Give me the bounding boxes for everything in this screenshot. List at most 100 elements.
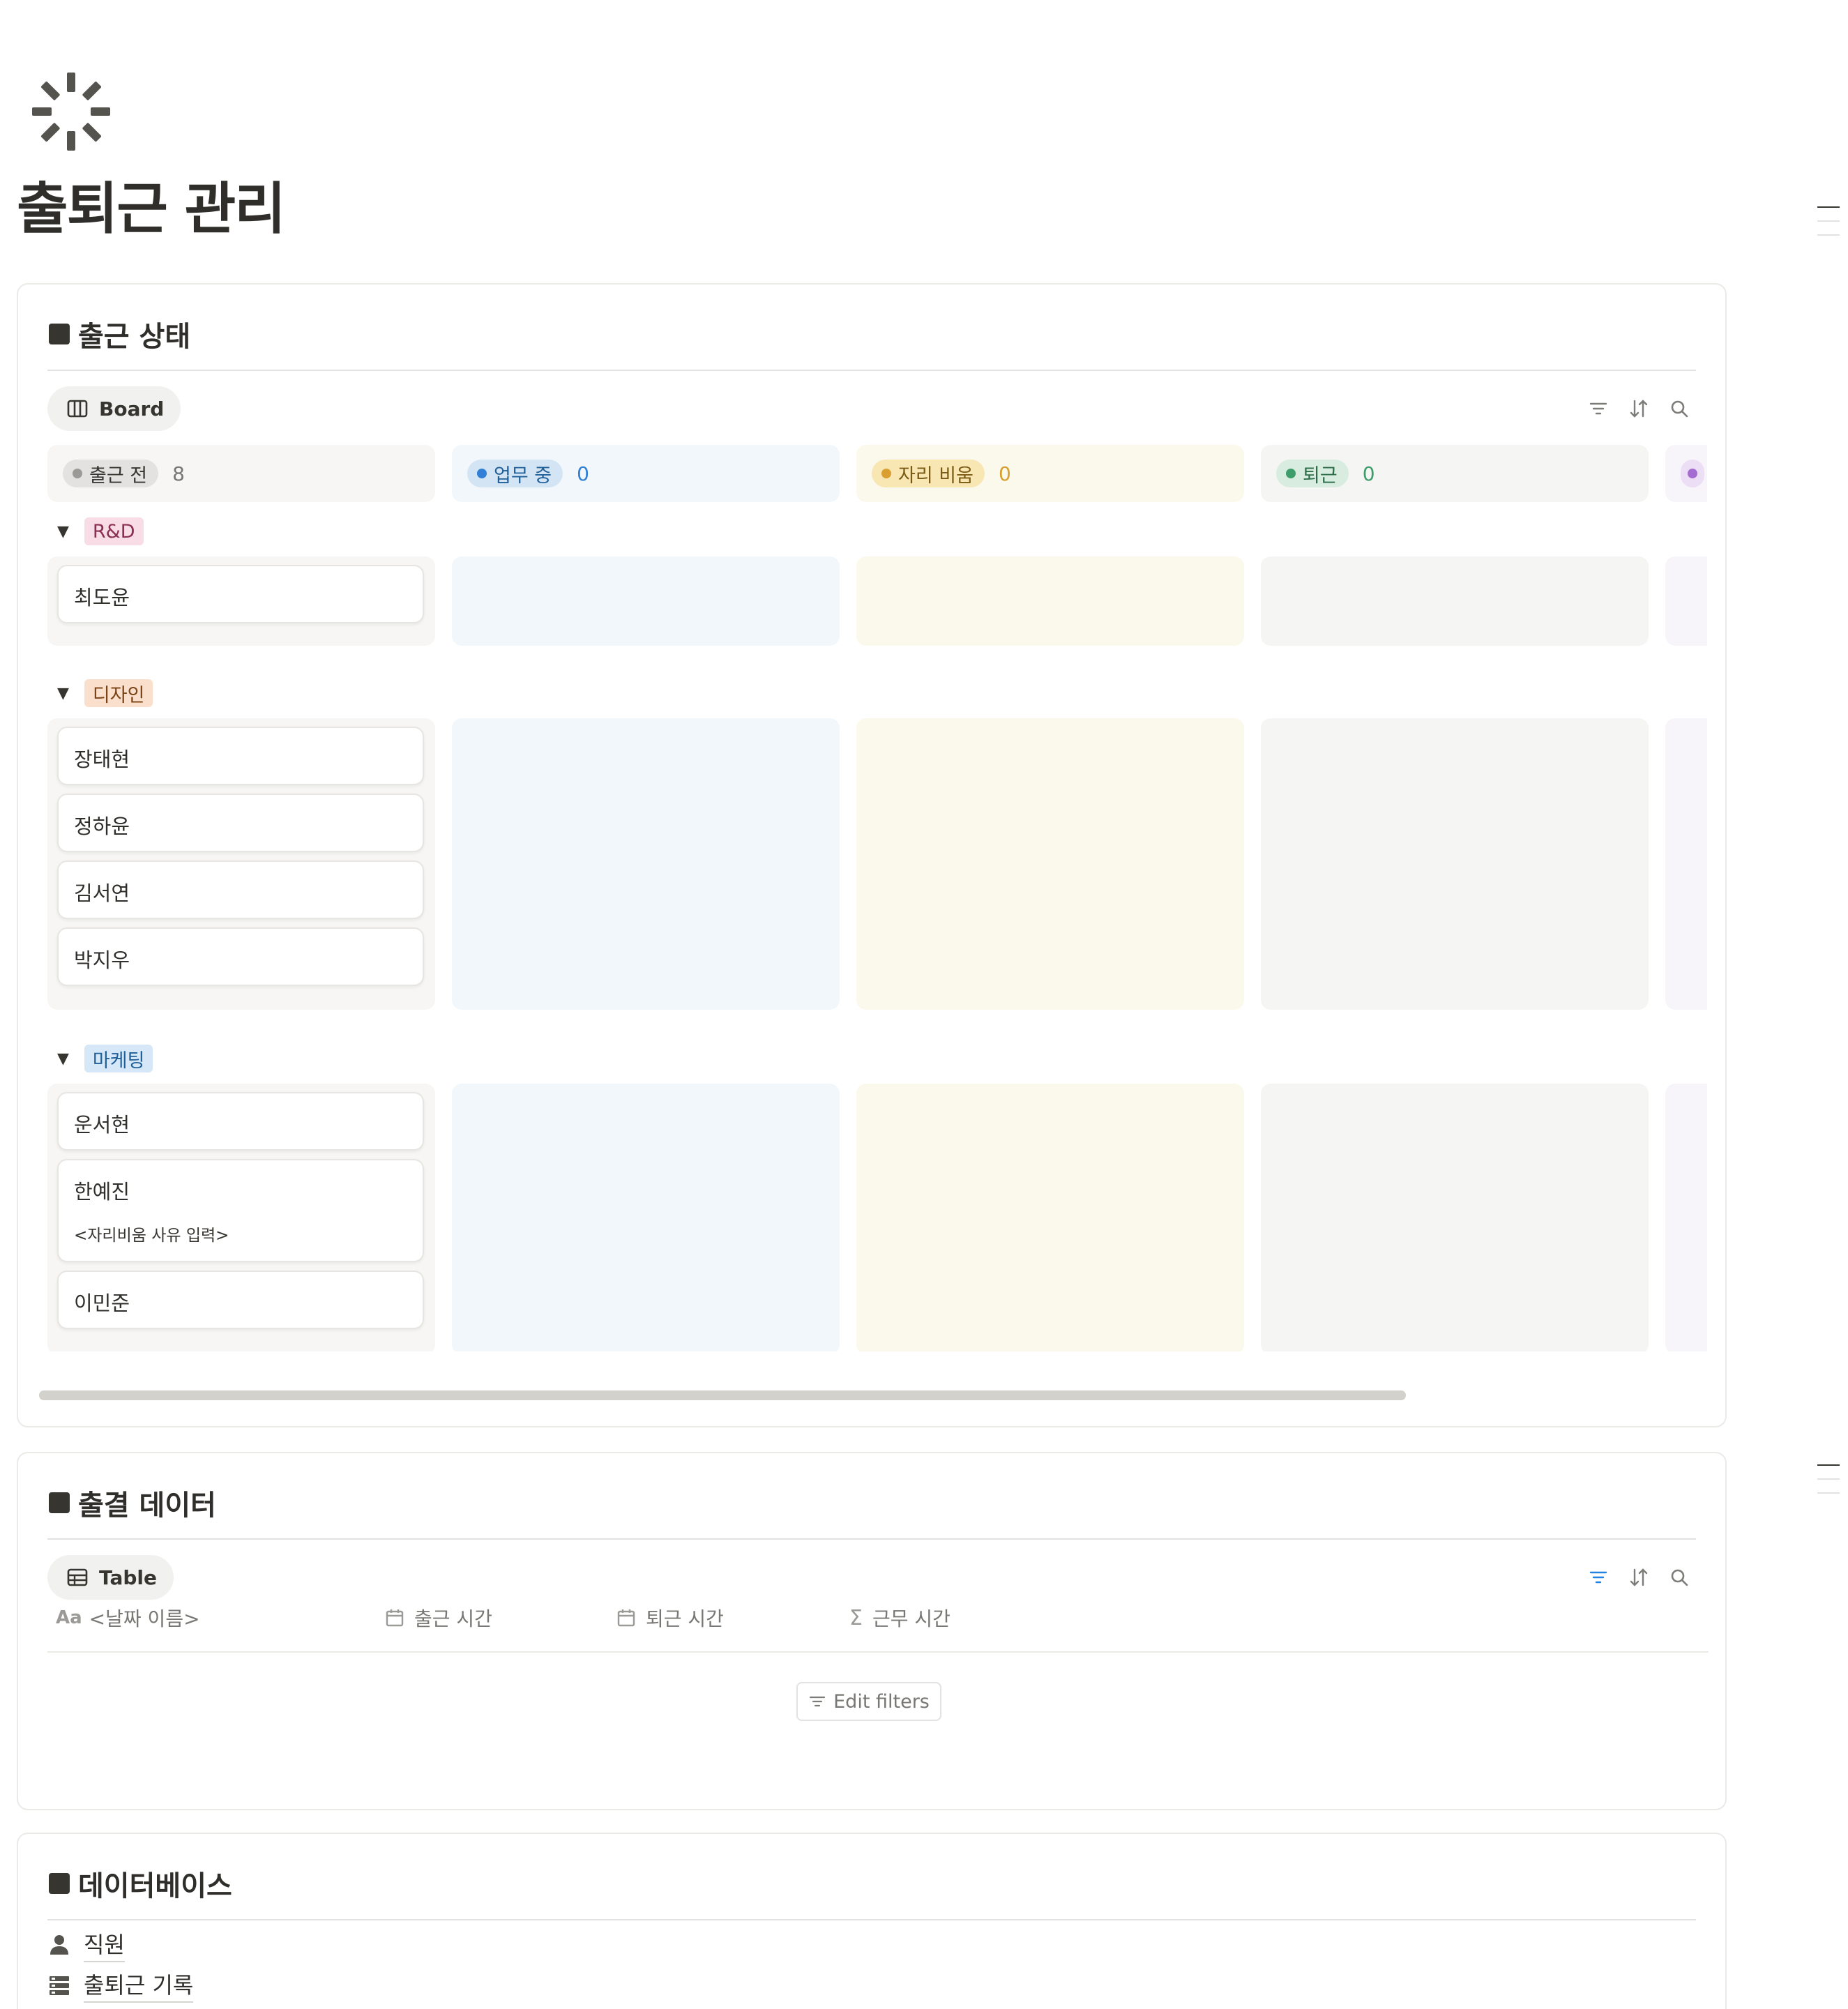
- table-view-tab[interactable]: Table: [47, 1555, 174, 1600]
- section-heading: 출근 상태: [49, 314, 190, 354]
- sigma-icon: Σ: [849, 1605, 863, 1630]
- toc-line[interactable]: [1817, 220, 1840, 222]
- divider: [47, 1919, 1696, 1920]
- employee-card[interactable]: 박지우: [57, 927, 424, 986]
- employee-card[interactable]: 한예진 <자리비움 사유 입력>: [57, 1159, 424, 1262]
- database-link-label: 출퇴근 기록: [84, 1968, 194, 2003]
- board-cell[interactable]: [856, 718, 1244, 1010]
- filter-icon: [810, 1696, 826, 1707]
- table-header-divider: [47, 1651, 1709, 1653]
- database-section: 데이터베이스: [17, 1833, 1727, 2009]
- column-count: 0: [577, 462, 589, 485]
- divider: [47, 370, 1696, 371]
- database-link-attendance[interactable]: 출퇴근 기록: [47, 1968, 194, 2003]
- toc-line[interactable]: [1817, 206, 1840, 208]
- board-cell[interactable]: [856, 556, 1244, 646]
- section-title: 출근 상태: [78, 321, 191, 353]
- board-cell[interactable]: [452, 1084, 840, 1351]
- board-column-header[interactable]: 자리 비움 0: [856, 445, 1244, 502]
- board-cell[interactable]: [1261, 1084, 1649, 1351]
- filter-icon[interactable]: [1587, 397, 1610, 420]
- table-column-header[interactable]: 출근 시간: [385, 1604, 492, 1632]
- person-icon: [50, 1935, 68, 1955]
- employee-card[interactable]: 장태현: [57, 727, 424, 785]
- column-count: 8: [172, 462, 185, 485]
- edit-filters-button[interactable]: Edit filters: [796, 1682, 941, 1721]
- board-view-tab[interactable]: Board: [47, 386, 181, 431]
- card-title: 최도윤: [74, 586, 130, 609]
- section-title: 출결 데이터: [78, 1489, 216, 1522]
- board-cell[interactable]: [1665, 1084, 1707, 1351]
- toc-line[interactable]: [1817, 1492, 1840, 1494]
- board-cell[interactable]: [856, 1084, 1244, 1351]
- status-tag: 출근 전: [63, 460, 159, 487]
- loading-spinner-icon[interactable]: [28, 68, 114, 155]
- horizontal-scrollbar[interactable]: [39, 1390, 1406, 1400]
- search-icon[interactable]: [1668, 1566, 1690, 1589]
- employee-card[interactable]: 정하윤: [57, 794, 424, 852]
- card-title: 정하윤: [74, 814, 130, 838]
- board-cell[interactable]: [1261, 718, 1649, 1010]
- board-cell[interactable]: [1665, 556, 1707, 646]
- search-icon[interactable]: [1668, 397, 1690, 420]
- table-column-header[interactable]: Aa <날짜 이름>: [56, 1604, 200, 1632]
- divider: [47, 1538, 1696, 1540]
- view-label: Board: [99, 397, 165, 420]
- board-toolbar: [1587, 397, 1690, 420]
- collapse-triangle-icon[interactable]: ▼: [57, 1050, 69, 1068]
- toc-line[interactable]: [1817, 234, 1840, 236]
- board-cell[interactable]: [1261, 556, 1649, 646]
- section-heading: 출결 데이터: [49, 1483, 216, 1523]
- group-header[interactable]: ▼ 디자인: [57, 679, 153, 707]
- table-of-contents[interactable]: [1817, 1464, 1841, 1506]
- board-column-header[interactable]: 퇴근 0: [1261, 445, 1649, 502]
- status-dot-icon: [1688, 469, 1697, 478]
- board-column-header[interactable]: 출근 전 8: [47, 445, 435, 502]
- table-column-header[interactable]: 퇴근 시간: [616, 1604, 724, 1632]
- board-column-header[interactable]: 업무 중 0: [452, 445, 840, 502]
- group-tag: 마케팅: [84, 1045, 153, 1072]
- board-cell[interactable]: 운서현 한예진 <자리비움 사유 입력> 이민준: [47, 1084, 435, 1351]
- table-of-contents[interactable]: [1817, 206, 1841, 248]
- column-count: 0: [1362, 462, 1375, 485]
- database-link-employees[interactable]: 직원: [47, 1927, 125, 1962]
- board-cell[interactable]: [452, 556, 840, 646]
- table-column-header[interactable]: Σ 근무 시간: [849, 1604, 950, 1632]
- card-title: 운서현: [74, 1113, 130, 1137]
- section-heading: 데이터베이스: [49, 1863, 232, 1904]
- square-bullet-icon: [49, 1492, 70, 1513]
- toc-line[interactable]: [1817, 1464, 1840, 1466]
- filter-icon[interactable]: [1587, 1566, 1610, 1589]
- group-header[interactable]: ▼ 마케팅: [57, 1045, 153, 1072]
- status-label: 출근 전: [89, 464, 148, 487]
- section-title: 데이터베이스: [78, 1870, 232, 1902]
- toc-line[interactable]: [1817, 1478, 1840, 1480]
- board-cell[interactable]: 최도윤: [47, 556, 435, 646]
- sort-icon[interactable]: [1628, 1566, 1650, 1589]
- board-column-header[interactable]: [1665, 445, 1707, 502]
- edit-filters-label: Edit filters: [833, 1690, 930, 1713]
- column-label: 출근 시간: [414, 1607, 492, 1630]
- group-header[interactable]: ▼ R&D: [57, 517, 144, 545]
- title-property-icon: Aa: [56, 1607, 82, 1628]
- board-cell[interactable]: [1665, 718, 1707, 1010]
- status-label: 자리 비움: [898, 464, 974, 487]
- collapse-triangle-icon[interactable]: ▼: [57, 523, 69, 540]
- collapse-triangle-icon[interactable]: ▼: [57, 685, 69, 702]
- employee-card[interactable]: 운서현: [57, 1092, 424, 1151]
- status-dot-icon: [1286, 469, 1296, 478]
- board-cell[interactable]: [452, 718, 840, 1010]
- employee-card[interactable]: 이민준: [57, 1271, 424, 1329]
- column-label: <날짜 이름>: [89, 1607, 200, 1630]
- status-label: 업무 중: [494, 464, 552, 487]
- page-title[interactable]: 출퇴근 관리: [17, 177, 286, 241]
- employee-card[interactable]: 최도윤: [57, 565, 424, 623]
- calendar-icon: [386, 1609, 404, 1627]
- status-tag: 업무 중: [467, 460, 563, 487]
- employee-card[interactable]: 김서연: [57, 861, 424, 919]
- sort-icon[interactable]: [1628, 397, 1650, 420]
- board-cell[interactable]: 장태현 정하윤 김서연 박지우: [47, 718, 435, 1010]
- database-icon: [50, 1976, 69, 1995]
- status-dot-icon: [477, 469, 487, 478]
- card-title: 이민준: [74, 1291, 130, 1315]
